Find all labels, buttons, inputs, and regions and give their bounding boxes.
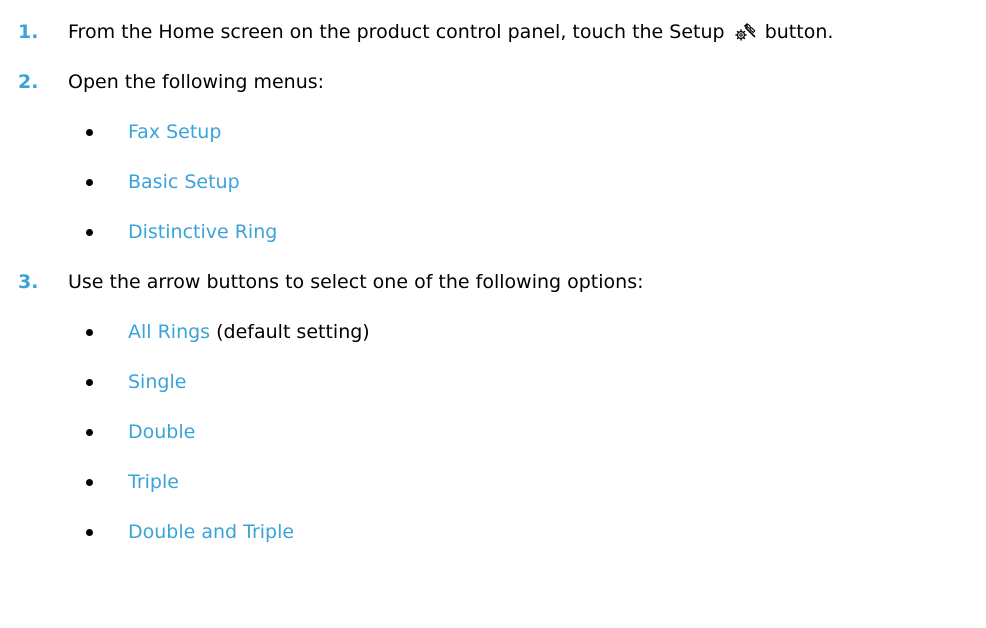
step-number: 3. — [18, 271, 39, 293]
step-text-before: From the Home screen on the product cont… — [68, 21, 725, 43]
step-number: 1. — [18, 21, 39, 43]
option-text: All Rings (default setting) — [128, 314, 370, 350]
option-note: (default setting) — [216, 321, 370, 343]
list-item: Fax Setup — [0, 114, 986, 150]
list-item: Basic Setup — [0, 164, 986, 200]
list-item: All Rings (default setting) — [0, 314, 986, 350]
option-triple: Triple — [128, 471, 179, 493]
bullet-icon — [86, 329, 93, 336]
bullet-icon — [86, 179, 93, 186]
option-double: Double — [128, 421, 196, 443]
option-single: Single — [128, 371, 187, 393]
bullet-icon — [86, 529, 93, 536]
step-number: 2. — [18, 71, 39, 93]
step-text: Open the following menus: — [68, 71, 325, 93]
list-item: Double — [0, 414, 986, 450]
option-all-rings: All Rings — [128, 321, 211, 343]
setup-icon — [734, 22, 755, 41]
bullet-icon — [86, 429, 93, 436]
step-2: 2. Open the following menus: — [0, 64, 986, 100]
menu-item-distinctive-ring: Distinctive Ring — [128, 221, 278, 243]
step-3: 3. Use the arrow buttons to select one o… — [0, 264, 986, 300]
list-item: Distinctive Ring — [0, 214, 986, 250]
menu-item-fax-setup: Fax Setup — [128, 121, 222, 143]
step-text: From the Home screen on the product cont… — [68, 14, 833, 50]
step-text: Use the arrow buttons to select one of t… — [68, 271, 644, 293]
bullet-icon — [86, 129, 93, 136]
bullet-icon — [86, 229, 93, 236]
list-item: Triple — [0, 464, 986, 500]
menu-item-basic-setup: Basic Setup — [128, 171, 240, 193]
bullet-icon — [86, 479, 93, 486]
list-item: Double and Triple — [0, 514, 986, 550]
option-double-and-triple: Double and Triple — [128, 521, 295, 543]
list-item: Single — [0, 364, 986, 400]
step-text-after: button. — [764, 21, 834, 43]
bullet-icon — [86, 379, 93, 386]
step-1: 1. From the Home screen on the product c… — [0, 14, 986, 50]
instruction-document: 1. From the Home screen on the product c… — [0, 0, 986, 628]
